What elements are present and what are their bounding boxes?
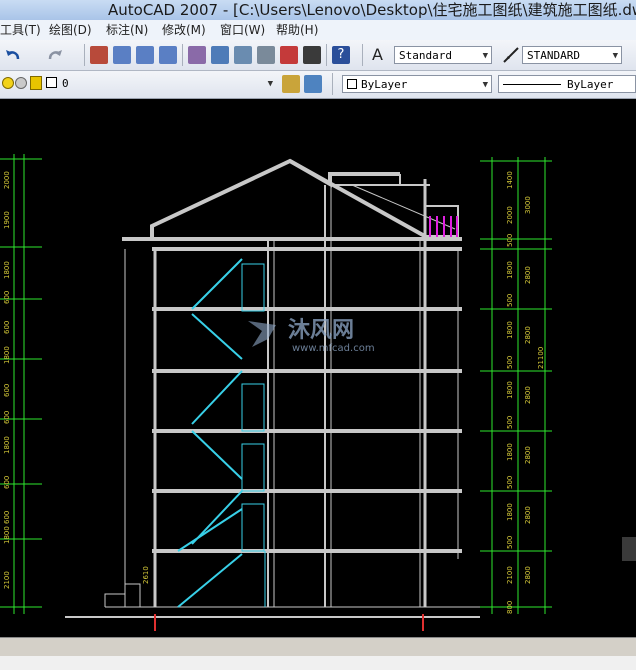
text-style-icon: A bbox=[372, 45, 383, 64]
right-outer-6: 2800 bbox=[524, 566, 532, 584]
linetype-sample bbox=[503, 84, 561, 85]
right-dim-13: 2100 bbox=[506, 566, 514, 584]
left-dim-2: 1800 bbox=[3, 261, 11, 279]
left-dim-4: 600 bbox=[3, 321, 11, 334]
watermark-logo-icon bbox=[248, 321, 276, 347]
chevron-down-icon: ▼ bbox=[612, 51, 618, 61]
left-dim-5: 1800 bbox=[3, 346, 11, 364]
canvas-side-tab[interactable] bbox=[622, 537, 636, 561]
menu-window[interactable]: 窗口(W) bbox=[220, 20, 265, 40]
status-strip bbox=[0, 656, 636, 670]
left-dim-10: 600 bbox=[3, 511, 11, 524]
text-style-select[interactable]: Standard ▼ bbox=[394, 46, 492, 64]
right-dim-7: 1800 bbox=[506, 381, 514, 399]
zoom-previous-icon[interactable] bbox=[159, 46, 177, 64]
watermark: 沐风网 www.mfcad.com bbox=[248, 318, 375, 354]
left-dim-0: 2000 bbox=[3, 171, 11, 189]
layers-toolbar: 0 ▼ ByLayer ▼ ByLayer bbox=[0, 71, 636, 99]
markup-icon[interactable] bbox=[280, 46, 298, 64]
color-control-select[interactable]: ByLayer ▼ bbox=[342, 75, 492, 93]
right-dim-5: 1800 bbox=[506, 321, 514, 339]
right-outer-0: 3000 bbox=[524, 196, 532, 214]
zoom-window-icon[interactable] bbox=[136, 46, 154, 64]
calculator-icon[interactable] bbox=[303, 46, 321, 64]
building-section bbox=[65, 158, 480, 631]
left-dim-6: 600 bbox=[3, 384, 11, 397]
redo-icon[interactable] bbox=[46, 46, 64, 64]
left-dim-3: 600 bbox=[3, 291, 11, 304]
chevron-down-icon: ▼ bbox=[482, 51, 488, 61]
menu-dimension[interactable]: 标注(N) bbox=[106, 20, 148, 40]
right-outer-1: 2800 bbox=[524, 266, 532, 284]
layer-on-icon[interactable] bbox=[2, 77, 14, 89]
right-outer-5: 2800 bbox=[524, 506, 532, 524]
zoom-realtime-icon[interactable] bbox=[113, 46, 131, 64]
right-dim-8: 500 bbox=[506, 416, 514, 429]
layer-color-swatch bbox=[46, 77, 57, 88]
window-title: AutoCAD 2007 - [C:\Users\Lenovo\Desktop\… bbox=[108, 1, 636, 19]
right-dim-10: 500 bbox=[506, 476, 514, 489]
help-icon[interactable]: ? bbox=[332, 46, 350, 64]
right-dimension-chain: 1400 2000 500 1800 500 1800 500 1800 500… bbox=[480, 157, 552, 614]
layer-previous-icon[interactable] bbox=[304, 75, 322, 93]
right-dim-0: 1400 bbox=[506, 171, 514, 189]
left-dim-16: 2100 bbox=[3, 571, 11, 589]
layer-select[interactable]: 0 ▼ bbox=[58, 75, 276, 93]
right-dim-3: 1800 bbox=[506, 261, 514, 279]
right-dim-9: 1800 bbox=[506, 443, 514, 461]
drawing-canvas[interactable]: 2000 1900 1800 600 600 1800 600 600 1800… bbox=[0, 99, 636, 637]
menu-help[interactable]: 帮助(H) bbox=[276, 20, 318, 40]
left-dim-9: 600 bbox=[3, 476, 11, 489]
menu-modify[interactable]: 修改(M) bbox=[162, 20, 206, 40]
pan-icon[interactable] bbox=[90, 46, 108, 64]
right-dim-11: 1800 bbox=[506, 503, 514, 521]
right-outer-2: 2800 bbox=[524, 326, 532, 344]
right-dim-12: 500 bbox=[506, 536, 514, 549]
stair-dim-label: 2610 bbox=[142, 566, 150, 584]
menu-tools[interactable]: 工具(T) bbox=[0, 20, 41, 40]
menu-draw[interactable]: 绘图(D) bbox=[49, 20, 92, 40]
right-outer-4: 2800 bbox=[524, 446, 532, 464]
right-dim-1: 2000 bbox=[506, 206, 514, 224]
design-center-icon[interactable] bbox=[211, 46, 229, 64]
left-dim-11: 1800 bbox=[3, 526, 11, 544]
total-height-dim: 21100 bbox=[537, 347, 545, 369]
watermark-brand: 沐风网 bbox=[288, 318, 354, 343]
right-outer-3: 2800 bbox=[524, 386, 532, 404]
status-area bbox=[0, 637, 636, 670]
sheet-set-icon[interactable] bbox=[257, 46, 275, 64]
dimension-style-icon bbox=[502, 46, 520, 64]
make-object-layer-current-icon[interactable] bbox=[282, 75, 300, 93]
right-dim-6: 500 bbox=[506, 356, 514, 369]
section-drawing: 2000 1900 1800 600 600 1800 600 600 1800… bbox=[0, 154, 552, 631]
tool-palettes-icon[interactable] bbox=[234, 46, 252, 64]
right-dim-14: 800 bbox=[506, 601, 514, 614]
layer-lock-icon[interactable] bbox=[30, 76, 42, 90]
left-dimension-chain: 2000 1900 1800 600 600 1800 600 600 1800… bbox=[0, 154, 42, 614]
undo-icon[interactable] bbox=[4, 46, 22, 64]
watermark-url: www.mfcad.com bbox=[292, 343, 375, 354]
chevron-down-icon: ▼ bbox=[482, 80, 488, 90]
right-dim-4: 500 bbox=[506, 294, 514, 307]
right-dim-2: 500 bbox=[506, 234, 514, 247]
menu-bar: 工具(T) 绘图(D) 标注(N) 修改(M) 窗口(W) 帮助(H) bbox=[0, 20, 636, 40]
dimension-style-select[interactable]: STANDARD ▼ bbox=[522, 46, 622, 64]
standard-toolbar: ? A Standard ▼ STANDARD ▼ bbox=[0, 40, 636, 71]
properties-icon[interactable] bbox=[188, 46, 206, 64]
left-dim-7: 600 bbox=[3, 411, 11, 424]
left-dim-8: 1800 bbox=[3, 436, 11, 454]
linetype-control-select[interactable]: ByLayer bbox=[498, 75, 636, 93]
color-swatch bbox=[347, 79, 357, 89]
layer-freeze-icon[interactable] bbox=[15, 77, 27, 89]
left-dim-1: 1900 bbox=[3, 211, 11, 229]
chevron-down-icon: ▼ bbox=[267, 79, 273, 89]
title-bar: AutoCAD 2007 - [C:\Users\Lenovo\Desktop\… bbox=[0, 0, 636, 20]
